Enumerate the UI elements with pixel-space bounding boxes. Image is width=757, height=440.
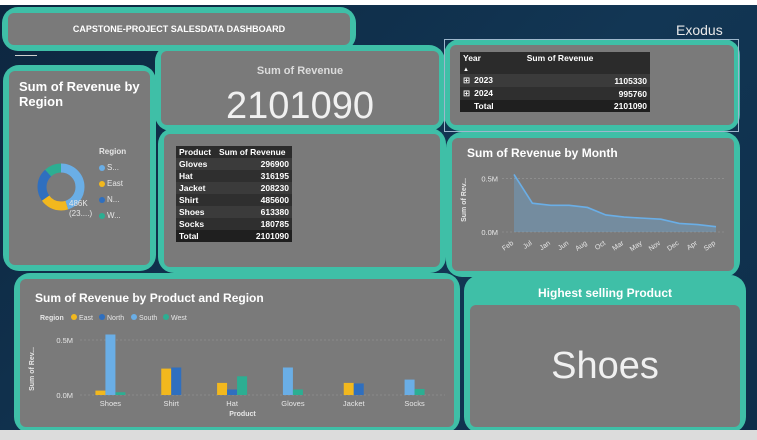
bar (171, 367, 182, 395)
region-chart-title: Sum of Revenue by Region (19, 79, 140, 109)
table-row[interactable]: Shirt 485600 (176, 194, 292, 206)
y-tick-label: 0.0M (481, 228, 498, 237)
bar (414, 388, 425, 395)
legend-label: West (171, 315, 187, 322)
product-table: Product Sum of Revenue Gloves 296900 Hat 3… (176, 146, 292, 242)
y-tick-label: 0.0M (56, 391, 73, 400)
x-tick-label: Feb (501, 240, 515, 253)
legend-item-east[interactable]: East (99, 176, 126, 192)
x-tick-label: Jacket (343, 399, 366, 408)
expand-icon[interactable]: ⊞ (463, 75, 470, 85)
bar (217, 382, 228, 395)
x-tick-label: Dec (666, 240, 681, 253)
y-axis-label: Sum of Rev... (29, 347, 36, 391)
bar (404, 379, 415, 395)
bar (353, 383, 364, 395)
dashboard-title: CAPSTONE-PROJECT SALESDATA DASHBOARD (72, 24, 286, 34)
bar (161, 368, 172, 395)
region-donut-tile[interactable]: Sum of Revenue by Region 486K (23....) R… (3, 65, 156, 271)
year-header[interactable]: Year ▲ (460, 52, 524, 74)
month-chart-tile[interactable]: Sum of Revenue by Month Sum of Rev... 0.5… (446, 132, 740, 277)
legend-marker (131, 314, 137, 320)
title-underline (15, 55, 37, 56)
dashboard-canvas: CAPSTONE-PROJECT SALESDATA DASHBOARD Exo… (0, 5, 757, 440)
table-total-row: Total 2101090 (460, 100, 650, 112)
table-row[interactable]: Jacket 208230 (176, 182, 292, 194)
y-tick-label: 0.5M (481, 175, 498, 184)
table-row[interactable]: ⊞ 2024 995760 (460, 87, 650, 100)
expand-icon[interactable]: ⊞ (463, 88, 470, 98)
legend-title: Region (99, 147, 127, 156)
bar (105, 334, 116, 395)
table-row[interactable]: Socks 180785 (176, 218, 292, 230)
highest-product-tile[interactable]: Highest selling Product Shoes (464, 275, 746, 433)
product-table-tile[interactable]: Product Sum of Revenue Gloves 296900 Hat 3… (158, 128, 446, 273)
highest-value: Shoes (551, 345, 659, 387)
revenue-header[interactable]: Sum of Revenue (215, 146, 292, 158)
legend-marker (99, 314, 105, 320)
bar (343, 382, 354, 395)
legend-item-north[interactable]: N... (99, 192, 126, 208)
bar (95, 390, 106, 395)
brand-logo: Exodus (676, 22, 723, 38)
product-header[interactable]: Product (176, 146, 216, 158)
kpi-value: 2101090 (226, 85, 374, 125)
x-tick-label: Hat (226, 399, 239, 408)
x-tick-label: Nov (648, 240, 663, 253)
legend-title: Region (40, 315, 64, 322)
kpi-title: Sum of Revenue (256, 65, 344, 77)
month-area-chart[interactable]: Sum of Rev... 0.5M 0.0MFeb Jul Jan Jun Aug Oct M… (452, 162, 734, 271)
table-row[interactable]: ⊞ 2023 1105330 (460, 74, 650, 87)
bar (237, 376, 248, 395)
y-tick-label: 0.5M (56, 336, 73, 345)
region-legend: Region S... East N... W... (99, 144, 126, 224)
x-tick-label: Gloves (281, 399, 305, 408)
table-row[interactable]: Hat 316195 (176, 170, 292, 182)
table-row[interactable]: Shoes 613380 (176, 206, 292, 218)
month-chart-title: Sum of Revenue by Month (467, 146, 618, 160)
x-tick-label: Aug (574, 240, 588, 253)
table-total-row: Total 2101090 (176, 230, 292, 242)
sort-asc-icon[interactable]: ▲ (463, 67, 469, 73)
highest-title: Highest selling Product (537, 286, 672, 300)
x-tick-label: Shirt (164, 399, 180, 408)
year-table: Year ▲ Sum of Revenue ⊞ 2023 1105330 ⊞ 2024… (460, 52, 650, 112)
x-axis-label: Product (229, 411, 256, 418)
x-tick-label: Apr (686, 240, 699, 252)
legend-item-south[interactable]: S... (99, 160, 126, 176)
legend-label: South (139, 315, 157, 322)
legend-label: North (107, 315, 124, 322)
product-region-bar-chart[interactable]: Region East North South West Sum of Rev... 0.5… (20, 309, 454, 425)
bar (227, 389, 238, 395)
y-axis-label: Sum of Rev... (461, 178, 468, 222)
x-tick-label: Oct (594, 240, 607, 252)
x-tick-label: Jun (557, 240, 570, 252)
x-tick-label: May (629, 240, 644, 254)
x-tick-label: Jul (522, 240, 534, 251)
legend-marker (163, 314, 169, 320)
product-region-chart-tile[interactable]: Sum of Revenue by Product and Region Reg… (14, 273, 460, 433)
x-tick-label: Sep (703, 240, 717, 253)
bar (292, 389, 303, 395)
legend-label: East (79, 315, 93, 322)
product-chart-title: Sum of Revenue by Product and Region (35, 291, 264, 305)
bottom-strip (0, 430, 757, 440)
x-tick-label: Shoes (100, 399, 122, 408)
x-tick-label: Jan (539, 240, 552, 252)
bar (115, 392, 126, 395)
bar (282, 367, 293, 395)
x-tick-label: Socks (404, 399, 425, 408)
legend-marker (71, 314, 77, 320)
kpi-tile[interactable]: Sum of Revenue 2101090 (155, 45, 445, 131)
legend-item-west[interactable]: W... (99, 208, 126, 224)
x-tick-label: Mar (611, 240, 625, 253)
table-row[interactable]: Gloves 296900 (176, 158, 292, 170)
revenue-header[interactable]: Sum of Revenue (523, 52, 650, 74)
year-table-tile[interactable]: Year ▲ Sum of Revenue ⊞ 2023 1105330 ⊞ 2024… (444, 39, 740, 131)
